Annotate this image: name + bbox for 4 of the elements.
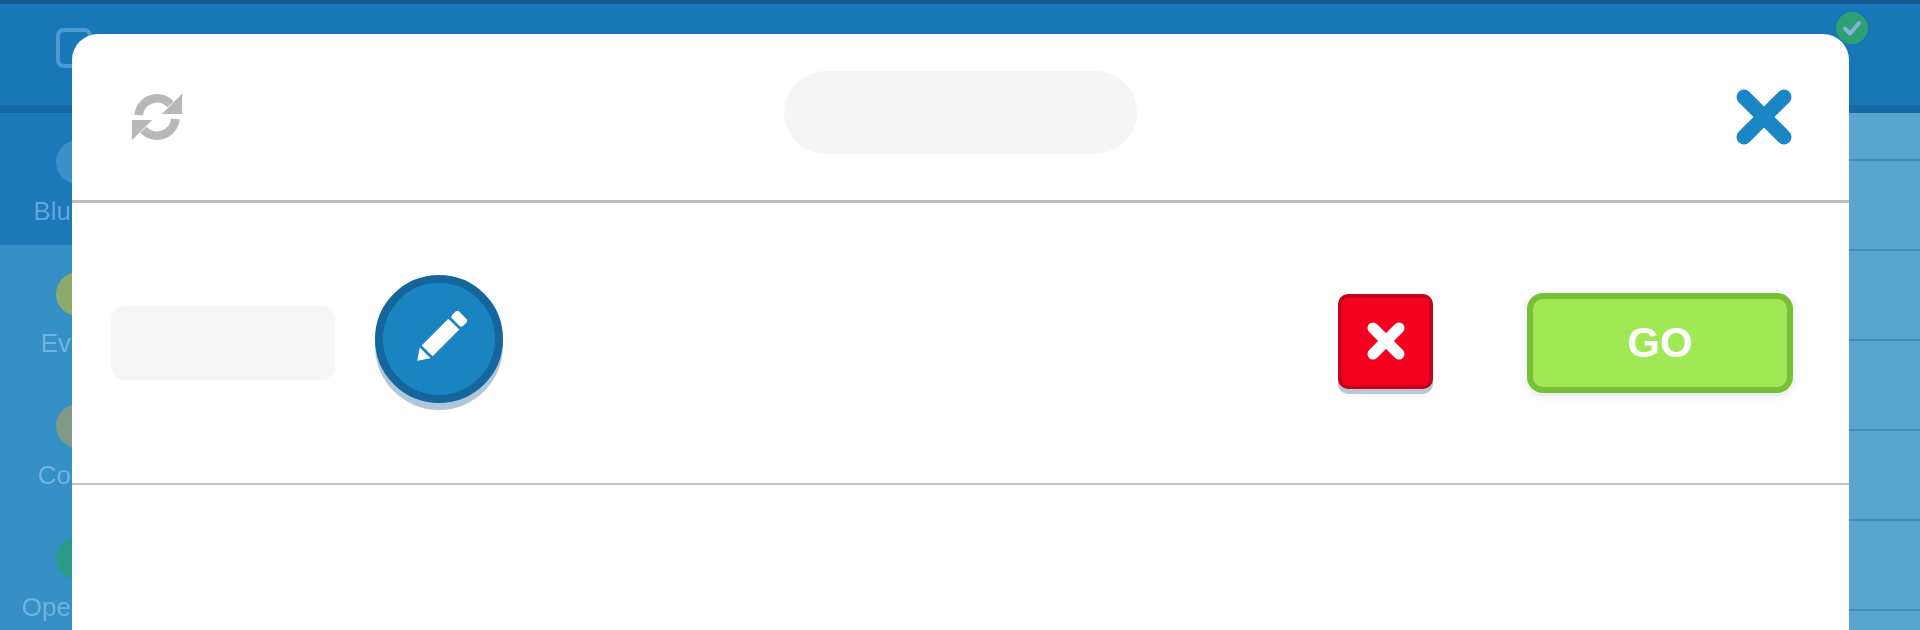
go-button[interactable]: GO <box>1527 293 1793 393</box>
sidebar-item[interactable]: Blu <box>0 113 72 245</box>
check-badge-icon <box>1836 12 1868 44</box>
close-icon[interactable] <box>1735 88 1793 146</box>
